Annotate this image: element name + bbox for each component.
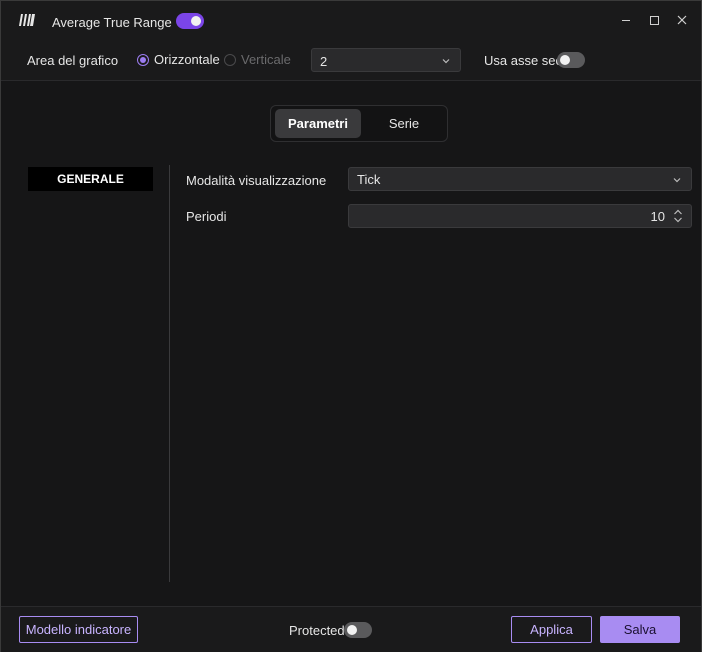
minimize-icon[interactable] xyxy=(618,12,634,28)
periods-input[interactable]: 10 xyxy=(348,204,692,228)
periods-label: Periodi xyxy=(186,209,227,224)
periods-value: 10 xyxy=(650,209,665,224)
maximize-icon[interactable] xyxy=(646,12,662,28)
radio-vertical-label[interactable]: Verticale xyxy=(241,52,291,67)
sidebar-item-generale[interactable]: GENERALE xyxy=(28,167,153,191)
radio-horizontal-label[interactable]: Orizzontale xyxy=(154,52,220,67)
tab-serie[interactable]: Serie xyxy=(365,109,443,138)
display-mode-value: Tick xyxy=(357,172,381,187)
protected-toggle[interactable] xyxy=(344,622,372,638)
app-logo-icon xyxy=(19,14,35,26)
sidebar-divider xyxy=(169,165,170,582)
close-icon[interactable] xyxy=(674,12,690,28)
spinner-icon[interactable] xyxy=(673,209,683,223)
area-select[interactable]: 2 xyxy=(311,48,461,72)
apply-button[interactable]: Applica xyxy=(511,616,592,643)
toggle-knob xyxy=(347,625,357,635)
indicator-enabled-toggle[interactable] xyxy=(176,13,204,29)
chevron-down-icon xyxy=(673,178,681,183)
display-mode-select[interactable]: Tick xyxy=(348,167,692,191)
settings-tabs: Parametri Serie xyxy=(270,105,448,142)
toggle-knob xyxy=(191,16,201,26)
chevron-down-icon xyxy=(442,59,450,64)
secondary-axis-label: Usa asse sec. xyxy=(484,53,566,68)
area-select-value: 2 xyxy=(320,54,328,69)
indicator-template-button[interactable]: Modello indicatore xyxy=(19,616,138,643)
title-bar: Average True Range xyxy=(1,1,701,39)
toggle-knob xyxy=(560,55,570,65)
window-title: Average True Range xyxy=(52,15,172,30)
radio-vertical[interactable] xyxy=(224,54,236,66)
indicator-settings-window: Average True Range Area del grafico Oriz… xyxy=(0,0,702,652)
chart-area-options: Area del grafico Orizzontale Verticale 2… xyxy=(1,39,701,81)
footer-bar: Modello indicatore Protected Applica Sal… xyxy=(1,606,701,652)
secondary-axis-toggle[interactable] xyxy=(557,52,585,68)
radio-horizontal[interactable] xyxy=(137,54,149,66)
chart-area-label: Area del grafico xyxy=(27,53,119,68)
save-button[interactable]: Salva xyxy=(600,616,680,643)
protected-label: Protected xyxy=(289,623,345,638)
tab-parametri[interactable]: Parametri xyxy=(275,109,361,138)
display-mode-label: Modalità visualizzazione xyxy=(186,173,327,188)
